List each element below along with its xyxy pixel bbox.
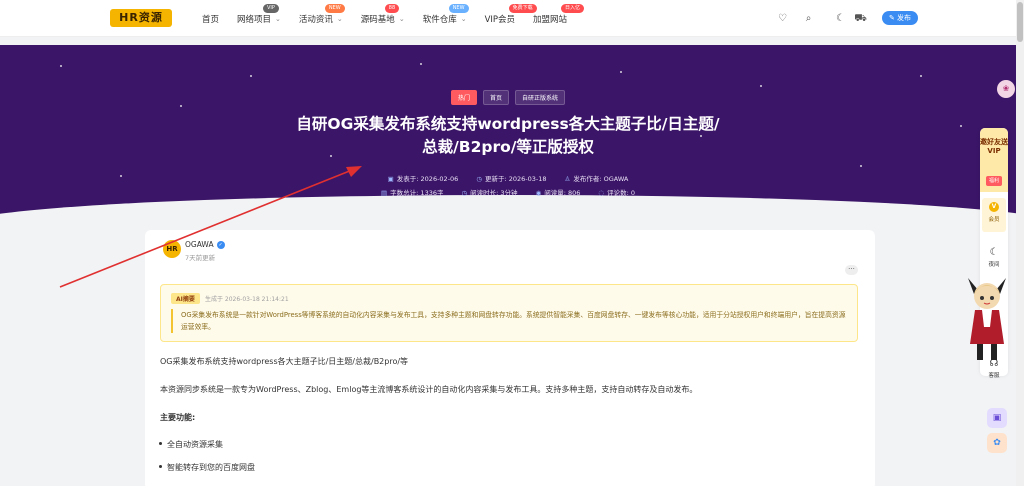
meta-author: ♙ 发布作者: OGAWA — [564, 175, 629, 183]
nav-source-base[interactable]: 源码基地 88 ⌄ — [360, 3, 405, 25]
search-icon[interactable]: ⌕ — [802, 12, 815, 25]
chevron-down-icon: ⌄ — [275, 14, 281, 23]
settings-icon[interactable]: ✿ — [987, 433, 1007, 453]
post-content-card: HR OGAWA ✓ 7天前更新 ··· AI摘要 生成于 2026-03-18 … — [145, 230, 875, 486]
comment-icon: ◌ — [598, 189, 605, 197]
top-navbar: HR资源 首页 网络项目 VIP ⌄ 活动资讯 NEW ⌄ 源码基地 88 ⌄ … — [0, 0, 1016, 37]
cart-icon[interactable]: ⛟ — [854, 12, 867, 25]
publish-button[interactable]: ✎ 发布 — [882, 11, 918, 25]
nav-label: 加盟网站 — [533, 14, 568, 25]
vip-member-button[interactable]: V 会员 — [982, 198, 1006, 232]
sidebar-toggle-icon[interactable]: ❀ — [997, 80, 1015, 98]
meta-words: ▤ 字数总计: 1336字 — [381, 189, 444, 197]
nav-activity-news[interactable]: 活动资讯 NEW ⌄ — [298, 3, 345, 25]
night-mode-button[interactable]: ☾ 夜间 — [980, 247, 1008, 268]
edit-icon: ✎ — [888, 14, 895, 22]
hero-wave — [0, 195, 1016, 217]
nav-label: VIP会员 — [484, 14, 516, 25]
chevron-down-icon: ⌄ — [336, 14, 343, 23]
nav-badge: NEW — [448, 3, 469, 13]
nav-label: 首页 — [202, 14, 220, 25]
moon-icon[interactable]: ☾ — [834, 12, 847, 25]
ai-summary-box: AI摘要 生成于 2026-03-18 21:14:21 OG采集发布系统是一款… — [160, 284, 858, 342]
verified-icon: ✓ — [216, 241, 225, 249]
nav-badge: 88 — [384, 3, 400, 13]
site-logo[interactable]: HR资源 — [110, 9, 172, 27]
nav-network-projects[interactable]: 网络项目 VIP ⌄ — [237, 3, 281, 25]
post-meta-primary: ▣ 发表于: 2026-02-06 ◷ 更新于: 2026-03-18 ♙ 发布作者:… — [0, 173, 1016, 183]
publish-label: 发布 — [897, 14, 912, 22]
updated-time: 7天前更新 — [185, 254, 216, 262]
features-heading: 主要功能: — [160, 413, 196, 422]
paragraph-1: OG采集发布系统支持wordpress各大主题子比/日主题/总裁/B2pro/等 — [160, 357, 409, 366]
paragraph-2: 本资源同步系统是一款专为WordPress、Zblog、Emlog等主流博客系统… — [160, 385, 698, 394]
mascot-character-image — [968, 278, 1006, 360]
invite-button[interactable]: 福利 — [986, 176, 1002, 186]
author-name[interactable]: OGAWA ✓ — [185, 240, 225, 249]
clock-icon: ◷ — [476, 175, 482, 183]
ai-summary-time: 生成于 2026-03-18 21:14:21 — [205, 296, 289, 303]
list-item: 智能转存到您的百度网盘 — [159, 463, 255, 472]
nav-label: 源码基地 — [360, 14, 395, 25]
meta-read-time: ◷ 阅读时长: 3分钟 — [461, 189, 518, 197]
nav-home[interactable]: 首页 — [202, 13, 219, 25]
tag-home[interactable]: 首页 — [482, 90, 509, 105]
lightbulb-icon[interactable]: ♡ — [776, 12, 789, 25]
meta-published: ▣ 发表于: 2026-02-06 — [387, 175, 459, 183]
post-meta-secondary: ▤ 字数总计: 1336字 ◷ 阅读时长: 3分钟 ◉ 阅读量: 806 ◌ 评论数: … — [0, 187, 1016, 197]
meta-views: ◉ 阅读量: 806 — [535, 189, 581, 197]
meta-updated: ◷ 更新于: 2026-03-18 — [476, 175, 547, 183]
breadcrumb: 热门 首页 自研正版系统 — [0, 90, 1016, 105]
page-scrollbar[interactable] — [1016, 0, 1024, 486]
chevron-down-icon: ⌄ — [398, 14, 405, 23]
avatar[interactable]: HR — [163, 240, 181, 258]
nav-label: 软件仓库 — [422, 14, 457, 25]
gift-icon[interactable]: ▣ — [987, 408, 1007, 428]
ai-summary-tag: AI摘要 — [171, 293, 200, 304]
calendar-icon: ▣ — [387, 175, 394, 183]
meta-comments: ◌ 评论数: 0 — [598, 189, 635, 197]
scrollbar-thumb[interactable] — [1017, 2, 1023, 42]
ai-summary-text: OG采集发布系统是一款针对WordPress等博客系统的自动化内容采集与发布工具… — [171, 309, 849, 333]
list-item: 全自动资源采集 — [159, 440, 223, 449]
nav-badge: 免费下载 — [508, 3, 537, 13]
nav-label: 活动资讯 — [298, 14, 333, 25]
nav-badge: VIP — [263, 3, 279, 13]
document-icon: ▤ — [381, 189, 388, 197]
user-icon: ♙ — [564, 175, 571, 183]
service-label: 客服 — [988, 373, 1000, 379]
nav-vip[interactable]: VIP会员 免费下载 — [484, 3, 537, 25]
nav-badge: 日入亿 — [561, 3, 585, 13]
tag-hot[interactable]: 热门 — [450, 90, 477, 105]
vip-icon: V — [989, 202, 999, 212]
invite-title: 邀好友送VIP — [980, 138, 1008, 155]
moon-icon: ☾ — [989, 247, 999, 258]
post-title: 自研OG采集发布系统支持wordpress各大主题子比/日主题/总裁/B2pro… — [296, 115, 720, 156]
main-nav: 首页 网络项目 VIP ⌄ 活动资讯 NEW ⌄ 源码基地 88 ⌄ 软件仓库 … — [202, 0, 585, 37]
nav-badge: NEW — [324, 3, 345, 13]
vip-label: 会员 — [988, 217, 1000, 223]
tag-category[interactable]: 自研正版系统 — [515, 90, 566, 105]
invite-vip-banner[interactable]: 邀好友送VIP 福利 — [980, 128, 1008, 192]
chevron-down-icon: ⌄ — [460, 14, 467, 23]
more-options-button[interactable]: ··· — [845, 265, 858, 275]
eye-icon: ◉ — [535, 189, 542, 197]
night-mode-label: 夜间 — [988, 262, 1000, 268]
timer-icon: ◷ — [461, 189, 468, 197]
nav-franchise[interactable]: 加盟网站 日入亿 — [533, 3, 585, 25]
nav-software-warehouse[interactable]: 软件仓库 NEW ⌄ — [422, 3, 469, 25]
post-hero: 热门 首页 自研正版系统 自研OG采集发布系统支持wordpress各大主题子比… — [0, 45, 1016, 217]
nav-label: 网络项目 — [237, 14, 272, 25]
